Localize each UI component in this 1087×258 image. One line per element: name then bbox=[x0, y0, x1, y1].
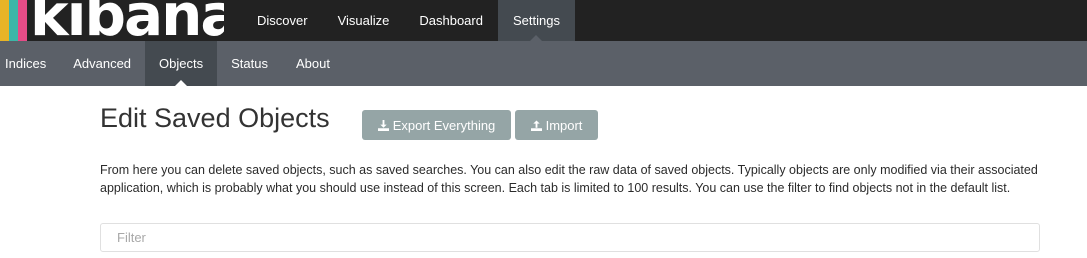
page-description: From here you can delete saved objects, … bbox=[100, 163, 1038, 195]
top-nav: Discover Visualize Dashboard Settings bbox=[242, 0, 575, 41]
top-nav-dashboard[interactable]: Dashboard bbox=[404, 0, 498, 41]
top-nav-visualize[interactable]: Visualize bbox=[323, 0, 405, 41]
import-button-label: Import bbox=[545, 117, 583, 133]
tab-status[interactable]: Status bbox=[217, 41, 282, 86]
export-button-label: Export Everything bbox=[392, 117, 496, 133]
tab-indices[interactable]: Indices bbox=[0, 41, 59, 86]
tab-about[interactable]: About bbox=[282, 41, 344, 86]
settings-tabs: Indices Advanced Objects Status About bbox=[0, 41, 344, 86]
top-navbar: kibana Discover Visualize Dashboard Sett… bbox=[0, 0, 1087, 41]
upload-icon bbox=[530, 119, 542, 131]
filter-input[interactable] bbox=[100, 223, 1040, 252]
top-nav-discover[interactable]: Discover bbox=[242, 0, 323, 41]
logo-stripe-teal bbox=[9, 0, 18, 41]
download-icon bbox=[377, 119, 389, 131]
logo-stripe-yellow bbox=[0, 0, 9, 41]
logo-stripe-pink bbox=[18, 0, 27, 41]
logo-text: kibana bbox=[30, 0, 224, 41]
tab-advanced[interactable]: Advanced bbox=[59, 41, 145, 86]
tab-objects[interactable]: Objects bbox=[145, 41, 218, 86]
kibana-logo[interactable]: kibana bbox=[0, 0, 224, 41]
export-everything-button[interactable]: Export Everything bbox=[362, 110, 511, 140]
settings-subnav-bar: Indices Advanced Objects Status About bbox=[0, 41, 1087, 86]
top-nav-settings[interactable]: Settings bbox=[497, 0, 575, 41]
import-button[interactable]: Import bbox=[515, 110, 598, 140]
page-title: Edit Saved Objects bbox=[100, 103, 330, 133]
